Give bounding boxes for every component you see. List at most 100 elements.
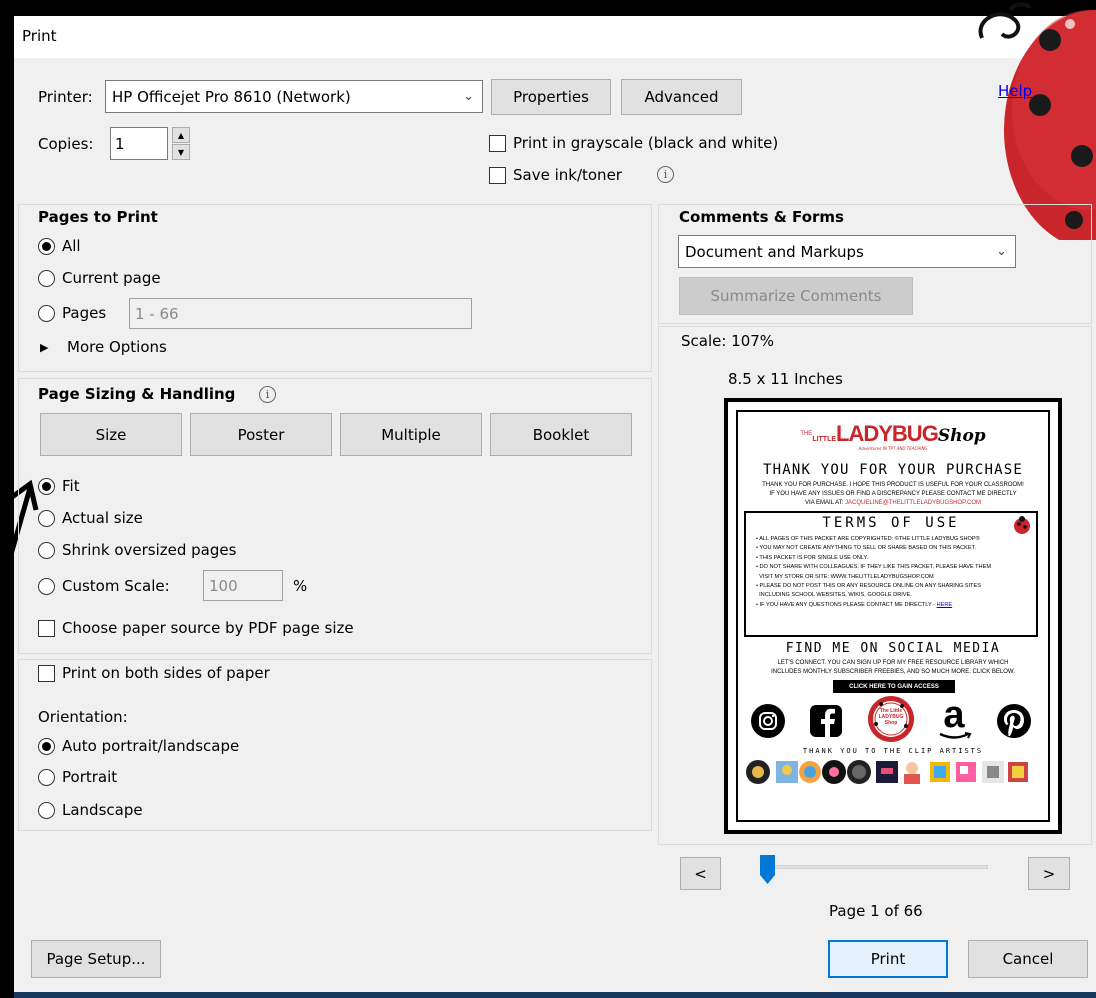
comments-forms-select[interactable]: Document and Markups ⌄ xyxy=(678,235,1016,268)
printer-select[interactable]: HP Officejet Pro 8610 (Network) ⌄ xyxy=(105,80,483,113)
instagram-icon[interactable] xyxy=(750,703,786,739)
page-slider-thumb[interactable] xyxy=(760,855,775,884)
chevron-down-icon: ⌄ xyxy=(996,243,1007,259)
summarize-comments-button[interactable]: Summarize Comments xyxy=(679,277,913,315)
terms-heading: TERMS OF USE xyxy=(822,515,960,531)
percent-label: % xyxy=(293,577,308,595)
radio-landscape-label: Landscape xyxy=(62,801,143,819)
next-page-button[interactable]: > xyxy=(1028,857,1070,890)
comments-forms-heading: Comments & Forms xyxy=(679,208,844,226)
ladybug-shop-logo: THELITTLELADYBUGShop Adventures IN TPT A… xyxy=(800,421,986,451)
radio-pages-label: Pages xyxy=(62,304,107,322)
pages-range-input[interactable]: 1 - 66 xyxy=(129,298,472,329)
pages-to-print-heading: Pages to Print xyxy=(38,208,158,226)
help-link[interactable]: Help xyxy=(998,82,1032,100)
radio-actual-size[interactable] xyxy=(38,510,55,527)
radio-current-page[interactable] xyxy=(38,270,55,287)
social-cta-button[interactable]: CLICK HERE TO GAIN ACCESS xyxy=(833,680,955,693)
copies-input[interactable]: 1 xyxy=(110,127,168,160)
save-ink-checkbox[interactable] xyxy=(489,167,506,184)
page-indicator: Page 1 of 66 xyxy=(829,902,923,920)
terms-item: • IF YOU HAVE ANY QUESTIONS PLEASE CONTA… xyxy=(756,601,953,608)
clip-artist-logos-icon xyxy=(746,760,1028,784)
radio-pages[interactable] xyxy=(38,305,55,322)
terms-list: • ALL PAGES OF THIS PACKET ARE COPYRIGHT… xyxy=(756,535,1036,610)
printer-selected-value: HP Officejet Pro 8610 (Network) xyxy=(112,87,351,106)
save-ink-label: Save ink/toner xyxy=(513,166,622,184)
radio-portrait-label: Portrait xyxy=(62,768,118,786)
advanced-button[interactable]: Advanced xyxy=(621,79,742,115)
radio-auto-orientation-label: Auto portrait/landscape xyxy=(62,737,240,755)
print-button[interactable]: Print xyxy=(828,940,948,978)
thank-you-heading: THANK YOU FOR YOUR PURCHASE xyxy=(763,462,1023,478)
facebook-icon[interactable] xyxy=(808,703,844,739)
duplex-checkbox[interactable] xyxy=(38,665,55,682)
pinterest-icon[interactable] xyxy=(996,703,1032,739)
page-slider-track[interactable] xyxy=(768,865,988,869)
tab-multiple[interactable]: Multiple xyxy=(340,413,482,456)
ladybug-icon xyxy=(1014,516,1030,534)
radio-shrink[interactable] xyxy=(38,542,55,559)
title-bar[interactable] xyxy=(14,16,1096,58)
expand-triangle-icon[interactable]: ▶ xyxy=(40,341,48,354)
terms-item: • DO NOT SHARE WITH COLLEAGUES. IF THEY … xyxy=(756,564,991,571)
terms-item: • THIS PACKET IS FOR SINGLE USE ONLY. xyxy=(756,554,869,561)
thank-you-line-1: THANK YOU FOR PURCHASE. I HOPE THIS PROD… xyxy=(762,482,1024,488)
window-title: Print xyxy=(22,27,57,45)
terms-box: TERMS OF USE • ALL PAGES OF THIS PACKET … xyxy=(744,511,1038,637)
radio-all[interactable] xyxy=(38,238,55,255)
grayscale-checkbox[interactable] xyxy=(489,135,506,152)
scale-label: Scale: 107% xyxy=(681,332,775,350)
properties-button[interactable]: Properties xyxy=(491,79,611,115)
terms-item: VISIT MY STORE OR SITE: WWW.THELITTLELAD… xyxy=(759,573,934,580)
page-sizing-heading: Page Sizing & Handling xyxy=(38,385,236,403)
clip-artists-heading: THANK YOU TO THE CLIP ARTISTS xyxy=(802,747,984,755)
window-frame-top xyxy=(0,0,1096,16)
copies-label: Copies: xyxy=(38,135,94,153)
comments-forms-selected-value: Document and Markups xyxy=(685,242,864,261)
ladybug-badge-text: The Little LADYBUG Shop xyxy=(878,708,904,726)
prev-page-button[interactable]: < xyxy=(680,857,721,890)
radio-auto-orientation[interactable] xyxy=(38,738,55,755)
tab-booklet[interactable]: Booklet xyxy=(490,413,632,456)
radio-shrink-label: Shrink oversized pages xyxy=(62,541,237,559)
window-bottom-border xyxy=(14,992,1096,998)
orientation-label: Orientation: xyxy=(38,708,128,726)
radio-current-page-label: Current page xyxy=(62,269,161,287)
thank-you-line-2: IF YOU HAVE ANY ISSUES OR FIND A DISCREP… xyxy=(769,491,1017,497)
amazon-smile-icon xyxy=(939,732,972,739)
social-heading: FIND ME ON SOCIAL MEDIA xyxy=(785,641,1001,656)
page-preview-content: THELITTLELADYBUGShop Adventures IN TPT A… xyxy=(736,410,1050,822)
terms-item: • PLEASE DO NOT POST THIS OR ANY RESOURC… xyxy=(756,583,981,590)
tab-poster[interactable]: Poster xyxy=(190,413,332,456)
info-icon[interactable]: i xyxy=(259,386,276,403)
terms-item: • YOU MAY NOT CREATE ANYTHING TO SELL OR… xyxy=(756,545,976,552)
copies-decrement-icon[interactable]: ▼ xyxy=(172,144,190,160)
radio-portrait[interactable] xyxy=(38,769,55,786)
custom-scale-input[interactable]: 100 xyxy=(203,570,283,601)
choose-paper-checkbox[interactable] xyxy=(38,620,55,637)
radio-landscape[interactable] xyxy=(38,802,55,819)
page-setup-button[interactable]: Page Setup... xyxy=(31,940,161,978)
radio-fit-label: Fit xyxy=(62,477,80,495)
terms-item: • ALL PAGES OF THIS PACKET ARE COPYRIGHT… xyxy=(756,536,980,542)
grayscale-label: Print in grayscale (black and white) xyxy=(513,134,779,152)
radio-all-label: All xyxy=(62,237,81,255)
chevron-down-icon: ⌄ xyxy=(463,88,474,104)
choose-paper-label: Choose paper source by PDF page size xyxy=(62,619,354,637)
info-icon[interactable]: i xyxy=(657,166,674,183)
social-line-1: LET'S CONNECT. YOU CAN SIGN UP FOR MY FR… xyxy=(777,660,1009,666)
radio-actual-size-label: Actual size xyxy=(62,509,143,527)
tab-size[interactable]: Size xyxy=(40,413,182,456)
cancel-button[interactable]: Cancel xyxy=(968,940,1088,978)
social-line-2: INCLUDES MONTHLY SUBSCRIBER FREEBIES, AN… xyxy=(771,669,1015,675)
radio-custom-scale[interactable] xyxy=(38,578,55,595)
copies-increment-icon[interactable]: ▲ xyxy=(172,127,190,143)
thank-you-line-3: VIA EMAIL AT: JACQUELINE@THELITTLELADYBU… xyxy=(804,500,982,506)
paper-size-label: 8.5 x 11 Inches xyxy=(728,370,843,388)
radio-fit[interactable] xyxy=(38,478,55,495)
terms-here-link[interactable]: HERE xyxy=(937,602,953,608)
radio-custom-scale-label: Custom Scale: xyxy=(62,577,170,595)
printer-label: Printer: xyxy=(38,88,93,106)
more-options-label[interactable]: More Options xyxy=(67,338,167,356)
